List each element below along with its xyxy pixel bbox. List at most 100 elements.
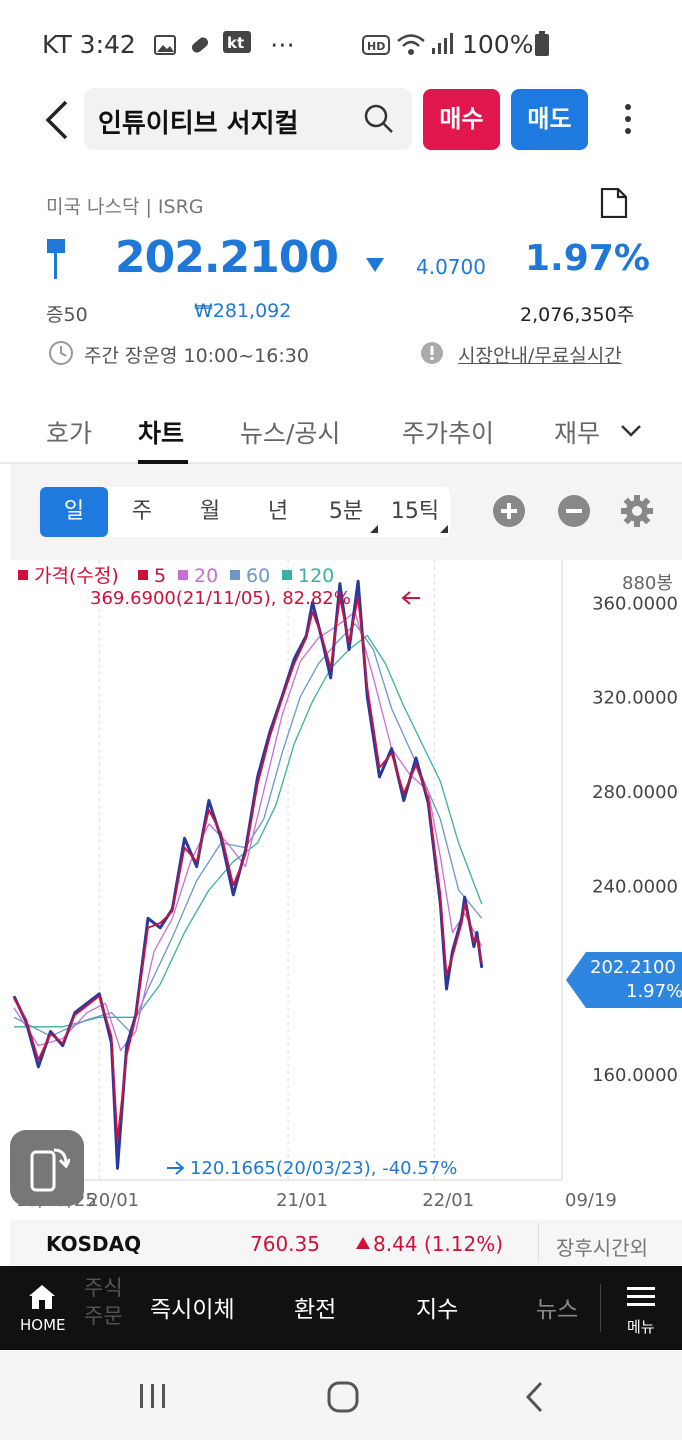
svg-text:HD: HD (367, 40, 385, 53)
x-tick-label: 22/01 (422, 1190, 474, 1211)
ticker-change: 8.44 (1.12%) (373, 1232, 504, 1256)
wifi-icon (397, 34, 425, 55)
ticker-value: 760.35 (250, 1232, 320, 1256)
pill-icon (191, 37, 209, 53)
back-button-icon[interactable] (524, 1380, 546, 1414)
back-arrow-icon[interactable] (38, 98, 78, 142)
legend-label: 가격(수정) (34, 565, 119, 587)
high-annotation: 369.6900(21/11/05), 82.82% (90, 588, 351, 609)
chevron-down-icon[interactable] (620, 424, 642, 438)
svg-text:kt: kt (227, 34, 244, 52)
x-tick-label: 21/01 (276, 1190, 328, 1211)
clock-icon (49, 341, 73, 365)
current-price-tag-pct: 1.97% (626, 981, 682, 1002)
document-icon[interactable] (600, 188, 628, 218)
tab-financials[interactable]: 재무 (554, 414, 600, 450)
legend-label: 60 (246, 565, 270, 587)
home-icon (29, 1285, 55, 1309)
hd-icon: HD (362, 35, 390, 55)
current-price: 202.2100 (115, 232, 339, 283)
after-hours-label[interactable]: 장후시간외 (556, 1232, 648, 1261)
search-query: 인튜이티브 서지컬 (98, 109, 299, 139)
current-price-tag: 202.2100 1.97% (566, 952, 682, 1008)
stock-tabs: 호가 차트 뉴스/공시 주가추이 재무 (0, 402, 682, 464)
market-symbol: 미국 나스닥 | ISRG (46, 196, 204, 218)
period-15tick-label: 15틱 (390, 499, 440, 524)
info-icon (421, 342, 443, 364)
down-triangle-icon (366, 258, 384, 272)
period-15tick[interactable]: 15틱 (380, 487, 450, 537)
battery-percent: 100% (462, 30, 534, 59)
zoom-out-icon[interactable] (558, 495, 590, 527)
y-tick-label: 240.0000 (592, 876, 678, 897)
dropdown-corner-icon (370, 525, 378, 533)
volume: 2,076,350주 (520, 304, 635, 326)
legend-label: 5 (154, 565, 166, 587)
zoom-in-icon[interactable] (493, 495, 525, 527)
settings-gear-icon[interactable] (620, 494, 654, 528)
ticker-name: KOSDAQ (46, 1232, 142, 1256)
nav-divider (600, 1284, 601, 1332)
krw-price: ₩281,092 (194, 300, 292, 322)
dropdown-corner-icon (440, 525, 448, 533)
up-triangle-icon (356, 1237, 370, 1249)
market-info-link[interactable]: 시장안내/무료실시간 (458, 341, 622, 368)
period-5min-label: 5분 (328, 499, 364, 524)
nav-index[interactable]: 지수 (416, 1290, 458, 1324)
period-week[interactable]: 주 (108, 487, 176, 537)
nav-instant-transfer[interactable]: 즉시이체 (150, 1290, 235, 1324)
hamburger-menu-icon (627, 1287, 655, 1306)
more-options-icon[interactable] (618, 100, 638, 140)
image-icon (154, 35, 176, 55)
legend-swatch (282, 570, 292, 580)
x-tick-label: 20/01 (87, 1190, 139, 1211)
price-change: 4.0700 (416, 255, 486, 279)
period-year[interactable]: 년 (244, 487, 312, 537)
legend-swatch (178, 570, 188, 580)
period-day[interactable]: 일 (40, 487, 108, 537)
legend-swatch (230, 570, 240, 580)
nav-home[interactable]: HOME (16, 1284, 68, 1340)
sell-button[interactable]: 매도 (511, 89, 588, 150)
price-flag-icon (47, 239, 65, 279)
y-tick-label: 160.0000 (592, 1065, 678, 1086)
margin-rate: 증50 (46, 304, 88, 326)
system-navigation-bar (0, 1350, 682, 1440)
more-notifications: ⋯ (270, 30, 295, 59)
tab-orderbook[interactable]: 호가 (46, 414, 92, 450)
bar-count: 880봉 (622, 573, 673, 594)
buy-button[interactable]: 매수 (423, 89, 500, 150)
home-button-icon[interactable] (326, 1380, 360, 1414)
rotate-icon (30, 1148, 70, 1192)
trading-hours: 주간 장운영 10:00~16:30 (84, 345, 309, 367)
bottom-navigation: HOME 주식 주문 즉시이체 환전 지수 뉴스 메뉴 (0, 1266, 682, 1350)
nav-menu-label: 메뉴 (627, 1318, 655, 1336)
rotate-screen-button[interactable] (10, 1130, 84, 1206)
ticker-divider (538, 1222, 539, 1262)
index-ticker[interactable]: KOSDAQ 760.35 8.44 (1.12%) 장후시간외 (10, 1220, 682, 1266)
period-5min[interactable]: 5분 (312, 487, 380, 537)
low-annotation: 120.1665(20/03/23), -40.57% (190, 1158, 457, 1179)
search-icon[interactable] (364, 104, 394, 134)
tab-chart[interactable]: 차트 (138, 414, 184, 450)
current-price-tag-value: 202.2100 (590, 957, 676, 978)
tab-price-trend[interactable]: 주가추이 (402, 414, 494, 450)
tab-news[interactable]: 뉴스/공시 (240, 414, 340, 450)
nav-menu[interactable]: 메뉴 (620, 1284, 664, 1340)
period-month[interactable]: 월 (176, 487, 244, 537)
price-change-percent: 1.97% (525, 238, 650, 279)
status-bar: KT 3:42 kt ⋯ HD 100% (0, 0, 682, 88)
legend-swatch (18, 570, 28, 580)
chart-toolbar: 일 주 월 년 5분 15틱 (10, 464, 682, 560)
nav-news[interactable]: 뉴스 (536, 1290, 578, 1324)
price-chart[interactable]: 360.0000 320.0000 280.0000 240.0000 160.0000… (10, 560, 682, 1220)
y-tick-label: 280.0000 (592, 782, 678, 803)
nav-exchange[interactable]: 환전 (294, 1290, 336, 1324)
legend-label: 20 (194, 565, 218, 587)
stock-search-field[interactable]: 인튜이티브 서지컬 (84, 88, 412, 150)
kt-app-icon: kt (223, 31, 251, 53)
recent-apps-icon[interactable] (138, 1382, 168, 1410)
period-selector: 일 주 월 년 5분 15틱 (40, 487, 450, 537)
nav-stock-order[interactable]: 주식 주문 (84, 1274, 124, 1330)
signal-icon (432, 33, 453, 54)
